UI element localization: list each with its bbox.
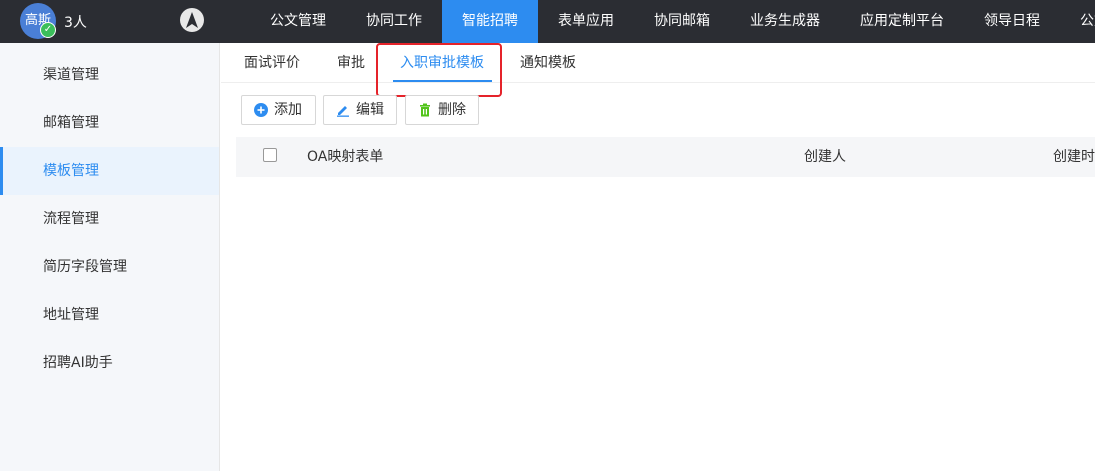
nav-item-recruitment[interactable]: 智能招聘	[442, 0, 538, 43]
add-button[interactable]: 添加	[241, 95, 316, 125]
column-header-creator[interactable]: 创建人	[804, 137, 846, 177]
main-nav: 公文管理 协同工作 智能招聘 表单应用 协同邮箱 业务生成器 应用定制平台 领导…	[250, 0, 1095, 43]
nav-item-mail[interactable]: 协同邮箱	[634, 0, 730, 43]
nav-item-forms[interactable]: 表单应用	[538, 0, 634, 43]
add-button-label: 添加	[274, 102, 302, 118]
top-navigation-bar: 高斯 ✓ 3人 公文管理 协同工作 智能招聘 表单应用 协同邮箱 业务生成器 应…	[0, 0, 1095, 43]
delete-button-label: 删除	[438, 102, 466, 118]
compass-icon[interactable]	[180, 8, 204, 32]
tab-interview-evaluation[interactable]: 面试评价	[244, 43, 300, 83]
pencil-icon	[337, 106, 349, 117]
tab-notification-template[interactable]: 通知模板	[520, 43, 576, 83]
edit-button[interactable]: 编辑	[323, 95, 397, 125]
sidebar-item-template[interactable]: 模板管理	[0, 147, 219, 195]
sidebar-item-resume-fields[interactable]: 简历字段管理	[0, 243, 219, 291]
column-header-oa-form[interactable]: OA映射表单	[307, 137, 383, 177]
delete-button[interactable]: 删除	[405, 95, 479, 125]
edit-button-label: 编辑	[356, 102, 384, 118]
add-circle-icon	[254, 103, 268, 117]
table-header: OA映射表单 创建人 创建时	[236, 137, 1095, 177]
select-all-checkbox[interactable]	[263, 148, 277, 162]
tab-approval[interactable]: 审批	[337, 43, 365, 83]
nav-item-collaboration[interactable]: 协同工作	[346, 0, 442, 43]
online-check-icon: ✓	[40, 22, 56, 38]
user-count[interactable]: 3人	[64, 12, 87, 32]
nav-item-document[interactable]: 公文管理	[250, 0, 346, 43]
sidebar-item-channel[interactable]: 渠道管理	[0, 51, 219, 99]
sidebar: 渠道管理 邮箱管理 模板管理 流程管理 简历字段管理 地址管理 招聘AI助手	[0, 43, 220, 471]
sidebar-item-address[interactable]: 地址管理	[0, 291, 219, 339]
sidebar-item-process[interactable]: 流程管理	[0, 195, 219, 243]
nav-item-app-platform[interactable]: 应用定制平台	[840, 0, 964, 43]
trash-icon	[420, 103, 430, 117]
sidebar-item-mailbox[interactable]: 邮箱管理	[0, 99, 219, 147]
nav-item-document-2[interactable]: 公文	[1060, 0, 1095, 43]
sidebar-item-ai-assistant[interactable]: 招聘AI助手	[0, 339, 219, 387]
nav-item-business-generator[interactable]: 业务生成器	[730, 0, 840, 43]
annotation-highlight-box	[376, 43, 502, 97]
nav-item-leader-schedule[interactable]: 领导日程	[964, 0, 1060, 43]
column-header-created-time[interactable]: 创建时	[1053, 137, 1095, 177]
template-tabs: 面试评价 审批 入职审批模板 通知模板	[221, 43, 1095, 83]
